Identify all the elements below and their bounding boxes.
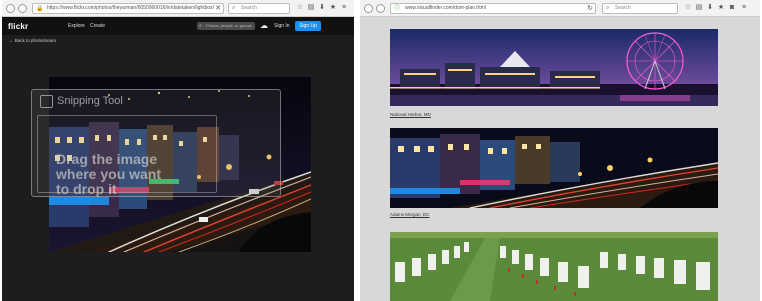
back-to-photostream-link[interactable]: ← Back to photostream bbox=[9, 38, 56, 43]
search-icon: ⌕ bbox=[606, 5, 610, 11]
pocket-icon[interactable]: ◙ bbox=[728, 4, 736, 12]
sign-up-button[interactable]: Sign Up bbox=[295, 21, 321, 31]
star-icon[interactable]: ☆ bbox=[684, 4, 692, 12]
bookmark-star-icon[interactable]: ★ bbox=[329, 4, 337, 12]
caption-adams-morgan[interactable]: Adams Morgan, DC bbox=[390, 212, 430, 217]
browser-toolbar: 🔒 https://www.flickr.com/photos/theyarma… bbox=[2, 0, 354, 17]
right-browser-window: ⓘ www.visualfinder.com/dom-plan.html ↻ ⌕… bbox=[360, 0, 760, 301]
lock-icon: 🔒 bbox=[36, 6, 44, 12]
url-bar[interactable]: 🔒 https://www.flickr.com/photos/theyarma… bbox=[32, 3, 224, 14]
back-icon[interactable] bbox=[6, 4, 15, 13]
menu-icon[interactable]: ≡ bbox=[740, 4, 748, 12]
street-image bbox=[390, 128, 718, 208]
left-browser-window: 🔒 https://www.flickr.com/photos/theyarma… bbox=[2, 0, 354, 301]
bookmark-star-icon[interactable]: ★ bbox=[717, 4, 725, 12]
download-icon[interactable]: ⬇ bbox=[318, 4, 326, 12]
download-icon[interactable]: ⬇ bbox=[706, 4, 714, 12]
nav-create[interactable]: Create bbox=[90, 23, 105, 29]
flickr-header: flickr Explore Create ⌕ Photos, people, … bbox=[2, 17, 354, 35]
drag-instruction-text: Drag the image where you want to drop it bbox=[56, 151, 162, 197]
flickr-search-input[interactable]: ⌕ Photos, people, or groups bbox=[197, 22, 255, 30]
url-text: www.visualfinder.com/dom-plan.html bbox=[405, 5, 486, 11]
close-icon[interactable]: ✕ bbox=[215, 4, 221, 13]
browser-search-input[interactable]: ⌕ Search bbox=[602, 3, 678, 14]
flickr-logo[interactable]: flickr bbox=[8, 22, 28, 31]
drag-drop-overlay[interactable]: Snipping Tool Drag the image where you w… bbox=[31, 89, 281, 197]
reading-list-icon[interactable]: ▤ bbox=[307, 4, 315, 12]
search-icon: ⌕ bbox=[232, 5, 236, 11]
menu-icon[interactable]: ≡ bbox=[340, 4, 348, 12]
nav-explore[interactable]: Explore bbox=[68, 23, 85, 29]
sign-in-link[interactable]: Sign In bbox=[274, 23, 290, 29]
caption-national-harbor[interactable]: National Harbor, MD bbox=[390, 112, 431, 117]
reload-icon[interactable]: ↻ bbox=[587, 4, 593, 13]
cemetery-photo[interactable] bbox=[390, 232, 718, 301]
browser-toolbar: ⓘ www.visualfinder.com/dom-plan.html ↻ ⌕… bbox=[360, 0, 760, 17]
star-icon[interactable]: ☆ bbox=[296, 4, 304, 12]
search-icon: ⌕ bbox=[199, 23, 202, 29]
info-icon: ⓘ bbox=[394, 6, 401, 12]
url-text: https://www.flickr.com/photos/theyarman/… bbox=[47, 5, 215, 11]
snipping-tool-icon bbox=[40, 95, 53, 108]
snipping-tool-label: Snipping Tool bbox=[57, 95, 123, 107]
forward-icon[interactable] bbox=[376, 4, 385, 13]
upload-cloud-icon[interactable]: ☁ bbox=[260, 22, 269, 30]
forward-icon[interactable] bbox=[18, 4, 27, 13]
browser-search-input[interactable]: ⌕ Search bbox=[228, 3, 290, 14]
reading-list-icon[interactable]: ▤ bbox=[695, 4, 703, 12]
harbor-image bbox=[390, 29, 718, 106]
back-icon[interactable] bbox=[364, 4, 373, 13]
url-bar[interactable]: ⓘ www.visualfinder.com/dom-plan.html ↻ bbox=[390, 3, 596, 14]
national-harbor-photo[interactable] bbox=[390, 29, 718, 106]
adams-morgan-photo[interactable] bbox=[390, 128, 718, 208]
cemetery-image bbox=[390, 232, 718, 301]
